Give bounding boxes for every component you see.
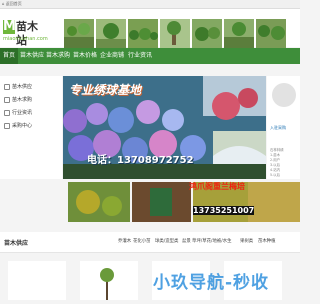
- thumbnail-image[interactable]: [64, 19, 94, 49]
- ad-image[interactable]: [68, 182, 130, 222]
- watermark-text: 小玖导航-秒收: [153, 273, 270, 293]
- sidebar-item-procurement[interactable]: 采购中心: [4, 122, 32, 129]
- nav-price[interactable]: 苗木价格: [73, 48, 97, 64]
- sidebar-item-news[interactable]: 行业资讯: [4, 109, 32, 116]
- sidebar-item-label: 苗木供应: [12, 84, 33, 90]
- user-avatar[interactable]: [272, 83, 296, 107]
- category-tab[interactable]: 乔灌木: [118, 238, 131, 244]
- thumbnail-image[interactable]: [160, 19, 190, 49]
- hero-banner[interactable]: 专业绣球基地 电话：13708972752: [63, 76, 266, 179]
- banner-title: 专业绣球基地: [69, 83, 142, 97]
- main-nav: 首页 苗木供应 苗木求购 苗木价格 企业商铺 行业资讯: [0, 48, 300, 64]
- top-bar: ⌂ 返回首页: [0, 0, 300, 9]
- list-icon: [4, 83, 10, 90]
- thumbnail-image[interactable]: [224, 19, 254, 49]
- category-sidebar: 苗木供应 苗木求购 行业资讯 采购中心: [0, 76, 62, 179]
- list-icon: [4, 109, 10, 116]
- sidebar-item-supply[interactable]: 苗木供应: [4, 83, 32, 90]
- sidebar-item-purchase[interactable]: 苗木求购: [4, 96, 32, 103]
- list-icon: [4, 96, 10, 103]
- nav-supply[interactable]: 苗木供应: [20, 48, 44, 64]
- list-icon: [4, 122, 10, 129]
- product-card[interactable]: [80, 261, 138, 300]
- sidebar-item-label: 苗木求购: [12, 97, 33, 103]
- sidebar-item-label: 行业资讯: [12, 110, 33, 116]
- logo-mark: M: [3, 19, 16, 34]
- header-thumbnails: [64, 19, 286, 49]
- ad-title: 鸿爪阁重兰梅培: [189, 182, 245, 191]
- join-link[interactable]: 入驻采购: [270, 125, 286, 131]
- home-link[interactable]: ⌂ 返回首页: [2, 1, 22, 7]
- nav-purchase[interactable]: 苗木求购: [46, 48, 70, 64]
- nav-home[interactable]: 首页: [0, 48, 19, 64]
- sidebar-item-label: 采购中心: [12, 123, 33, 129]
- product-card[interactable]: [8, 261, 66, 300]
- category-tab[interactable]: 苗木种植: [258, 238, 276, 244]
- logo-domain: miaomuzhan.com: [3, 36, 48, 42]
- product-image: [80, 261, 138, 300]
- category-tab[interactable]: 果树类: [240, 238, 253, 244]
- section-title: 苗木供应: [4, 240, 29, 247]
- category-tab[interactable]: 花化小苗: [133, 238, 151, 244]
- category-tab[interactable]: 球类/造型类: [155, 238, 178, 244]
- ad-image[interactable]: [132, 182, 191, 222]
- category-tab[interactable]: 盆景: [182, 238, 191, 244]
- thumbnail-image[interactable]: [128, 19, 158, 49]
- ad-row: 鸿爪阁重兰梅培 13735251007: [63, 182, 300, 222]
- ad-phone: 13735251007: [193, 206, 255, 215]
- banner-phone: 电话：13708972752: [87, 155, 194, 166]
- thumbnail-image[interactable]: [96, 19, 126, 49]
- logo[interactable]: M 苗木站 miaomuzhan.com: [3, 19, 48, 47]
- thumbnail-image[interactable]: [192, 19, 222, 49]
- header: M 苗木站 miaomuzhan.com: [0, 9, 300, 49]
- nav-news[interactable]: 行业资讯: [128, 48, 152, 64]
- logo-name: 苗木站: [16, 20, 38, 47]
- category-tab[interactable]: 草坪/草花/地被/水生: [192, 238, 232, 244]
- nav-shops[interactable]: 企业商铺: [100, 48, 124, 64]
- supply-section-header: 苗木供应 乔灌木 花化小苗 球类/造型类 盆景 草坪/草花/地被/水生 果树类 …: [0, 232, 300, 253]
- thumbnail-image[interactable]: [256, 19, 286, 49]
- notice-line: 5.以后: [270, 173, 281, 177]
